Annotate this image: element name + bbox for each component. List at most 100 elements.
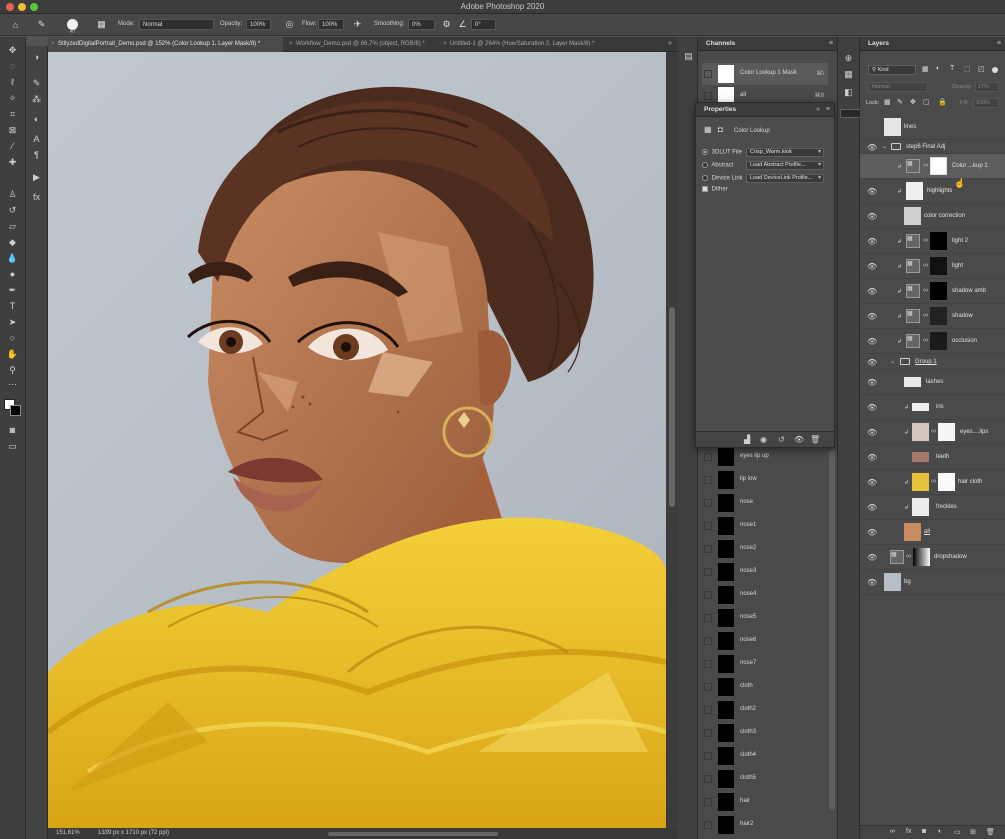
eraser-tool-icon[interactable]: ▱ <box>4 219 21 233</box>
channel-row[interactable]: nose5 <box>702 607 828 629</box>
fill-input[interactable]: 100% <box>973 98 999 108</box>
eye-icon[interactable]: 👁 <box>867 553 877 562</box>
tabs-overflow-icon[interactable]: » <box>668 40 672 47</box>
visibility-toggle[interactable] <box>704 92 712 100</box>
filter-adjustment-icon[interactable]: ◐ <box>936 65 940 72</box>
layer-row[interactable]: 👁 color correction <box>860 204 1005 229</box>
visibility-toggle[interactable] <box>704 70 712 78</box>
smoothing-options-gear-icon[interactable]: ⚙ <box>440 18 453 31</box>
dither-option[interactable]: Dither <box>702 186 728 193</box>
channel-row[interactable]: nose7 <box>702 653 828 675</box>
brush-settings-icon[interactable]: ▦ <box>95 18 108 31</box>
link-icon[interactable]: ∞ <box>923 237 928 244</box>
visibility-toggle[interactable] <box>704 499 712 507</box>
panel-toggle-icon[interactable]: ▤ <box>680 49 697 63</box>
eye-icon[interactable]: 👁 <box>867 237 877 246</box>
visibility-toggle[interactable] <box>704 453 712 461</box>
channel-row[interactable]: hair2 <box>702 814 828 836</box>
layer-row[interactable]: lines <box>860 115 1005 140</box>
layer-row[interactable]: 👁 bg <box>860 570 1005 595</box>
visibility-toggle[interactable] <box>704 706 712 714</box>
filter-smart-object-icon[interactable]: ◰ <box>978 65 985 73</box>
eye-icon[interactable]: 👁 <box>867 337 877 346</box>
reset-icon[interactable]: ↺ <box>778 435 785 444</box>
link-icon[interactable]: ∞ <box>931 428 936 435</box>
layer-opacity-input[interactable]: 17% <box>975 82 999 92</box>
angle-input[interactable]: 0° <box>471 19 496 30</box>
close-tab-icon[interactable]: × <box>289 37 293 52</box>
channel-row[interactable]: nose <box>702 492 828 514</box>
properties-panel-title[interactable]: Properties <box>696 103 834 117</box>
channels-menu-icon[interactable]: ≡ <box>829 40 833 47</box>
new-adjustment-icon[interactable]: ◐ <box>938 828 942 835</box>
link-layers-icon[interactable]: ∞ <box>890 828 895 835</box>
abstract-radio[interactable] <box>702 162 708 168</box>
link-icon[interactable]: ∞ <box>923 337 928 344</box>
dither-checkbox[interactable] <box>702 186 708 192</box>
eye-icon[interactable]: 👁 <box>867 312 877 321</box>
layer-group-row[interactable]: 👁 ⌄ Group 1 <box>860 354 1005 370</box>
layer-row[interactable]: 👁 ↲ iris <box>860 395 1005 420</box>
visibility-toggle[interactable] <box>704 683 712 691</box>
close-tab-icon[interactable]: × <box>443 37 447 52</box>
link-icon[interactable]: ∞ <box>923 287 928 294</box>
eye-icon[interactable]: 👁 <box>867 358 877 367</box>
lut-radio[interactable] <box>702 149 708 155</box>
channel-row[interactable]: nose3 <box>702 561 828 583</box>
channel-row[interactable]: cloth4 <box>702 745 828 767</box>
lasso-tool-icon[interactable]: ℓ <box>4 75 21 89</box>
shape-tool-icon[interactable]: ○ <box>4 331 21 345</box>
properties-menu-icon[interactable]: ≡ <box>826 106 830 113</box>
quick-select-tool-icon[interactable]: ✧ <box>4 91 21 105</box>
zoom-level[interactable]: 151,61% <box>56 830 80 836</box>
add-style-icon[interactable]: fx <box>906 828 911 835</box>
opacity-input[interactable]: 100% <box>246 19 271 30</box>
layers-menu-icon[interactable]: ≡ <box>997 40 1001 47</box>
eye-icon[interactable]: 👁 <box>867 403 877 412</box>
move-tool-icon[interactable]: ✥ <box>4 43 21 57</box>
pen-tool-icon[interactable]: ✒ <box>4 283 21 297</box>
visibility-toggle[interactable] <box>704 660 712 668</box>
eye-icon[interactable]: 👁 <box>867 378 877 387</box>
dodge-tool-icon[interactable]: ● <box>4 267 21 281</box>
visibility-toggle[interactable] <box>704 775 712 783</box>
layer-row[interactable]: 👁 ↲ ▦ ∞ occlusion <box>860 329 1005 354</box>
device-link-radio[interactable] <box>702 175 708 181</box>
filter-toggle[interactable] <box>992 67 998 73</box>
eye-icon[interactable]: 👁 <box>867 262 877 271</box>
layer-row-selected[interactable]: ↲ ▦ ∞ Color ...kup 1 <box>860 154 1005 179</box>
expand-arrow-icon[interactable]: ⌄ <box>890 358 895 365</box>
layer-row[interactable]: 👁 ▦ ∞ dropshadow <box>860 545 1005 570</box>
layer-row[interactable]: 👁 ↲ highlights <box>860 179 1005 204</box>
visibility-toggle[interactable] <box>704 614 712 622</box>
toggle-visibility-icon[interactable]: 👁 <box>794 435 804 444</box>
canvas-vertical-scrollbar[interactable] <box>666 52 678 828</box>
eye-icon[interactable]: 👁 <box>867 212 877 221</box>
device-link-select[interactable]: Load DeviceLink Profile... <box>746 174 824 183</box>
libraries-icon[interactable]: ⊕ <box>840 51 857 65</box>
lock-position-icon[interactable]: ✥ <box>910 98 916 106</box>
smoothing-input[interactable]: 0% <box>408 19 435 30</box>
eye-icon[interactable]: 👁 <box>867 187 877 196</box>
adjustment-icon[interactable]: ▦ <box>704 125 712 134</box>
eye-icon[interactable]: 👁 <box>867 578 877 587</box>
expand-arrow-icon[interactable]: ⌄ <box>882 143 887 150</box>
styles-icon[interactable]: ◧ <box>840 85 857 99</box>
flow-input[interactable]: 100% <box>318 19 344 30</box>
crop-tool-icon[interactable]: ⌗ <box>4 107 21 121</box>
visibility-toggle[interactable] <box>704 568 712 576</box>
channel-row[interactable]: lip low <box>702 469 828 491</box>
edit-toolbar-icon[interactable]: ⋯ <box>4 377 21 391</box>
close-tab-icon[interactable]: × <box>51 37 55 52</box>
home-icon[interactable]: ⌂ <box>9 18 22 31</box>
path-selection-tool-icon[interactable]: ➤ <box>4 315 21 329</box>
color-swatches[interactable] <box>4 399 22 417</box>
visibility-toggle[interactable] <box>704 591 712 599</box>
channel-row[interactable]: cloth <box>702 676 828 698</box>
layer-row[interactable]: 👁 ↲ ▦ ∞ shadow <box>860 304 1005 329</box>
mask-icon[interactable]: ◘ <box>718 125 723 134</box>
layer-group-row[interactable]: 👁 ⌄ step6 Final Adj <box>860 140 1005 154</box>
delete-layer-icon[interactable]: 🗑 <box>986 828 995 836</box>
lock-paint-icon[interactable]: ✎ <box>897 98 903 106</box>
visibility-toggle[interactable] <box>704 752 712 760</box>
